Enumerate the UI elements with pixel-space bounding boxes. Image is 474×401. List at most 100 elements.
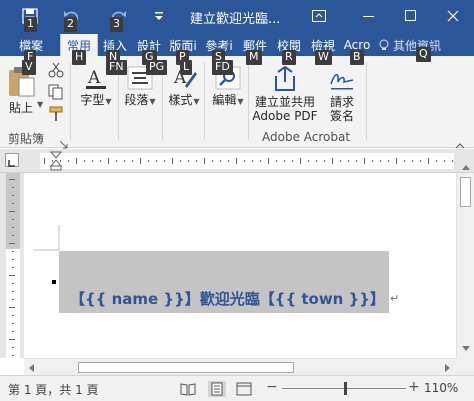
- maximize-icon: [405, 10, 416, 21]
- copy-button[interactable]: [48, 84, 64, 104]
- keytip: FD: [212, 60, 233, 75]
- web-layout-icon[interactable]: [236, 382, 252, 396]
- title-bar: 1 2 3 建立歡迎光臨...: [0, 0, 474, 34]
- ribbon-separator: [366, 62, 367, 140]
- ribbon-display-icon: [312, 10, 326, 22]
- ruler-tick: [180, 160, 181, 162]
- page-count[interactable]: 第 1 頁，共 1 頁: [8, 381, 99, 398]
- zoom-level[interactable]: 110%: [424, 381, 458, 395]
- ruler-tick: [148, 160, 149, 162]
- format-painter-button[interactable]: [48, 106, 64, 126]
- maximize-button[interactable]: [396, 3, 426, 29]
- scroll-right-icon[interactable]: [444, 363, 452, 373]
- horizontal-scroll-thumb[interactable]: [78, 362, 294, 373]
- scroll-down-icon[interactable]: [461, 345, 471, 353]
- ruler-tick: [236, 158, 237, 164]
- document-text-line[interactable]: 【{{ name }}】歡迎光臨【{{ town }}】: [70, 288, 385, 309]
- ruler-tick: [396, 158, 397, 164]
- vertical-ruler[interactable]: [0, 173, 24, 358]
- ruler-tick: [132, 160, 133, 162]
- request-signature-button[interactable]: 請求 簽名: [322, 66, 362, 123]
- ruler-tick: [172, 158, 173, 164]
- paste-dropdown-icon[interactable]: ▼: [37, 100, 43, 109]
- customize-quick-access-button[interactable]: [150, 5, 168, 27]
- ruler-tick: [12, 203, 14, 204]
- ruler-tick: [12, 195, 14, 196]
- print-layout-icon[interactable]: [208, 381, 226, 397]
- ruler-tick: [220, 160, 221, 162]
- ruler-tick: [196, 160, 197, 162]
- ruler-ticks: [44, 158, 453, 164]
- ruler-tick: [332, 158, 333, 164]
- close-button[interactable]: [438, 3, 468, 29]
- ruler-tick: [12, 323, 14, 324]
- tab-stop-icon: [8, 160, 15, 167]
- ruler-tick: [364, 158, 365, 164]
- zoom-in-button[interactable]: +: [408, 379, 420, 395]
- paragraph-bullet: [52, 280, 56, 284]
- ruler-tick: [108, 158, 109, 164]
- ribbon-separator: [204, 62, 205, 140]
- ruler-tick: [204, 158, 205, 164]
- ruler-tick: [84, 160, 85, 162]
- scroll-left-icon[interactable]: [27, 363, 35, 373]
- zoom-slider-thumb[interactable]: [344, 382, 347, 395]
- zoom-out-button[interactable]: −: [266, 379, 278, 395]
- close-icon: [447, 10, 459, 22]
- vertical-scroll-thumb[interactable]: [460, 177, 471, 207]
- ruler-tick: [316, 160, 317, 162]
- ruler-tick: [340, 160, 341, 162]
- ruler-tick: [9, 243, 15, 244]
- keytip: W: [315, 50, 332, 65]
- horizontal-scrollbar[interactable]: [24, 358, 456, 375]
- ruler-tick: [308, 160, 309, 162]
- keytip: 3: [110, 17, 123, 32]
- ruler-tick: [404, 160, 405, 162]
- scissors-icon: [48, 62, 64, 78]
- tell-me-box[interactable]: 其他資訊: [378, 34, 441, 56]
- ruler-tick: [420, 160, 421, 162]
- ruler-tick: [252, 160, 253, 162]
- horizontal-ruler[interactable]: [0, 149, 474, 173]
- create-share-pdf-button[interactable]: 建立並共用 Adobe PDF: [252, 66, 318, 123]
- svg-text:A: A: [87, 68, 101, 88]
- keytip: FN: [106, 60, 127, 75]
- read-mode-icon[interactable]: [180, 382, 196, 396]
- ruler-tick: [12, 331, 14, 332]
- ruler-tick: [9, 179, 15, 180]
- window-title: 建立歡迎光臨...: [190, 12, 281, 27]
- ruler-tick: [388, 160, 389, 162]
- ruler-tick: [12, 315, 14, 316]
- indent-marker-icon[interactable]: [50, 151, 62, 171]
- ribbon-separator: [70, 62, 71, 140]
- keytip: 1: [24, 17, 37, 32]
- keytip: L: [180, 60, 193, 75]
- ruler-tick: [124, 160, 125, 162]
- keytip: M: [246, 50, 262, 65]
- page-corner-marker: [34, 225, 60, 251]
- ruler-tick: [68, 160, 69, 162]
- keytip: R: [282, 50, 296, 65]
- ruler-tick: [140, 158, 141, 164]
- ruler-tick: [284, 160, 285, 162]
- ruler-tick: [9, 307, 15, 308]
- ruler-tick: [12, 355, 14, 356]
- paragraph-mark: ↵: [390, 292, 400, 305]
- tab-selector-button[interactable]: [5, 153, 19, 167]
- keytip: H: [72, 50, 87, 65]
- acrobat-group-label: Adobe Acrobat: [262, 130, 351, 144]
- lightbulb-icon: [379, 39, 389, 50]
- cut-button[interactable]: [48, 62, 64, 82]
- ruler-tick: [292, 160, 293, 162]
- ruler-tick: [164, 160, 165, 162]
- ruler-tick: [12, 259, 14, 260]
- ruler-tick: [12, 187, 14, 188]
- ruler-tick: [428, 158, 429, 164]
- ruler-tick: [12, 283, 14, 284]
- scroll-up-icon[interactable]: [461, 163, 471, 171]
- minimize-button[interactable]: [354, 3, 384, 29]
- ribbon-display-options-button[interactable]: [304, 3, 334, 29]
- ruler-tick: [12, 347, 14, 348]
- keytip: B: [350, 50, 364, 65]
- vertical-scrollbar[interactable]: [456, 165, 474, 358]
